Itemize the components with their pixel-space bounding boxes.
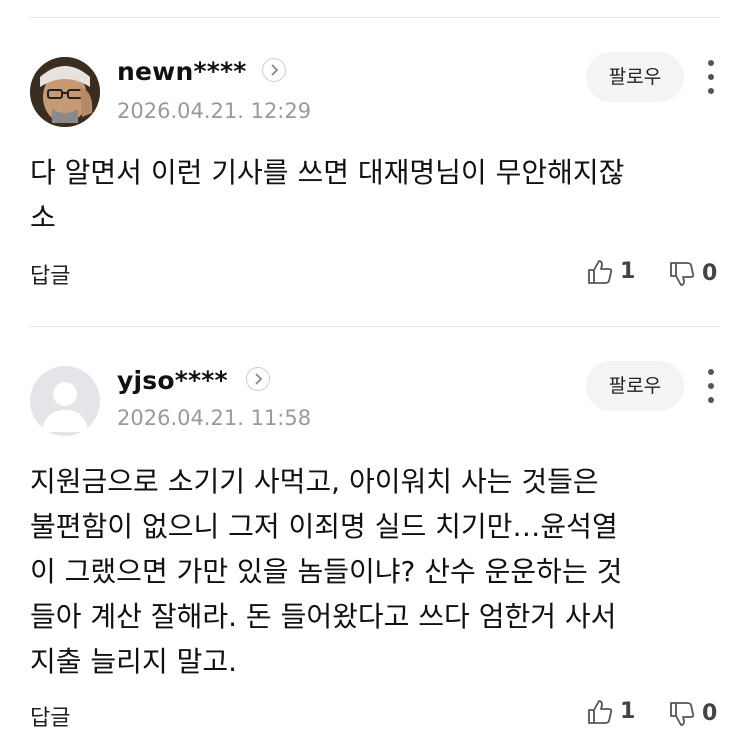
comment-text: 지원금으로 소기기 사먹고, 아이워치 사는 것들은 불편함이 없으니 그저 이… — [30, 465, 623, 678]
more-options-icon[interactable] — [700, 369, 722, 403]
comment-date: 2026.04.21. 12:29 — [117, 99, 312, 123]
thumbs-down-icon — [670, 702, 695, 726]
username[interactable]: newn**** — [117, 57, 247, 86]
top-divider — [30, 17, 720, 18]
chevron-right-icon[interactable] — [262, 58, 286, 82]
avatar[interactable] — [30, 57, 100, 127]
like-button[interactable]: 1 — [586, 698, 636, 726]
thumbs-up-icon — [588, 700, 613, 724]
dislike-count: 0 — [702, 261, 718, 286]
comment-divider — [30, 326, 720, 327]
follow-button[interactable]: 팔로우 — [586, 52, 684, 102]
chevron-right-icon[interactable] — [246, 367, 270, 391]
username[interactable]: yjso**** — [117, 366, 228, 395]
like-button[interactable]: 1 — [586, 258, 636, 286]
like-count: 1 — [620, 259, 636, 284]
dislike-count: 0 — [702, 701, 718, 726]
comment-text: 다 알면서 이런 기사를 쓰면 대재명님이 무안해지잖 소 — [30, 156, 625, 234]
avatar[interactable] — [30, 366, 100, 436]
reply-button[interactable]: 답글 — [30, 700, 70, 732]
follow-button[interactable]: 팔로우 — [586, 361, 684, 411]
reply-button[interactable]: 답글 — [30, 258, 70, 290]
comment-date: 2026.04.21. 11:58 — [117, 406, 312, 430]
thumbs-up-icon — [588, 260, 613, 284]
like-count: 1 — [620, 699, 636, 724]
thumbs-down-icon — [670, 262, 695, 286]
dislike-button[interactable]: 0 — [668, 260, 722, 288]
dislike-button[interactable]: 0 — [668, 700, 722, 728]
more-options-icon[interactable] — [700, 60, 722, 94]
